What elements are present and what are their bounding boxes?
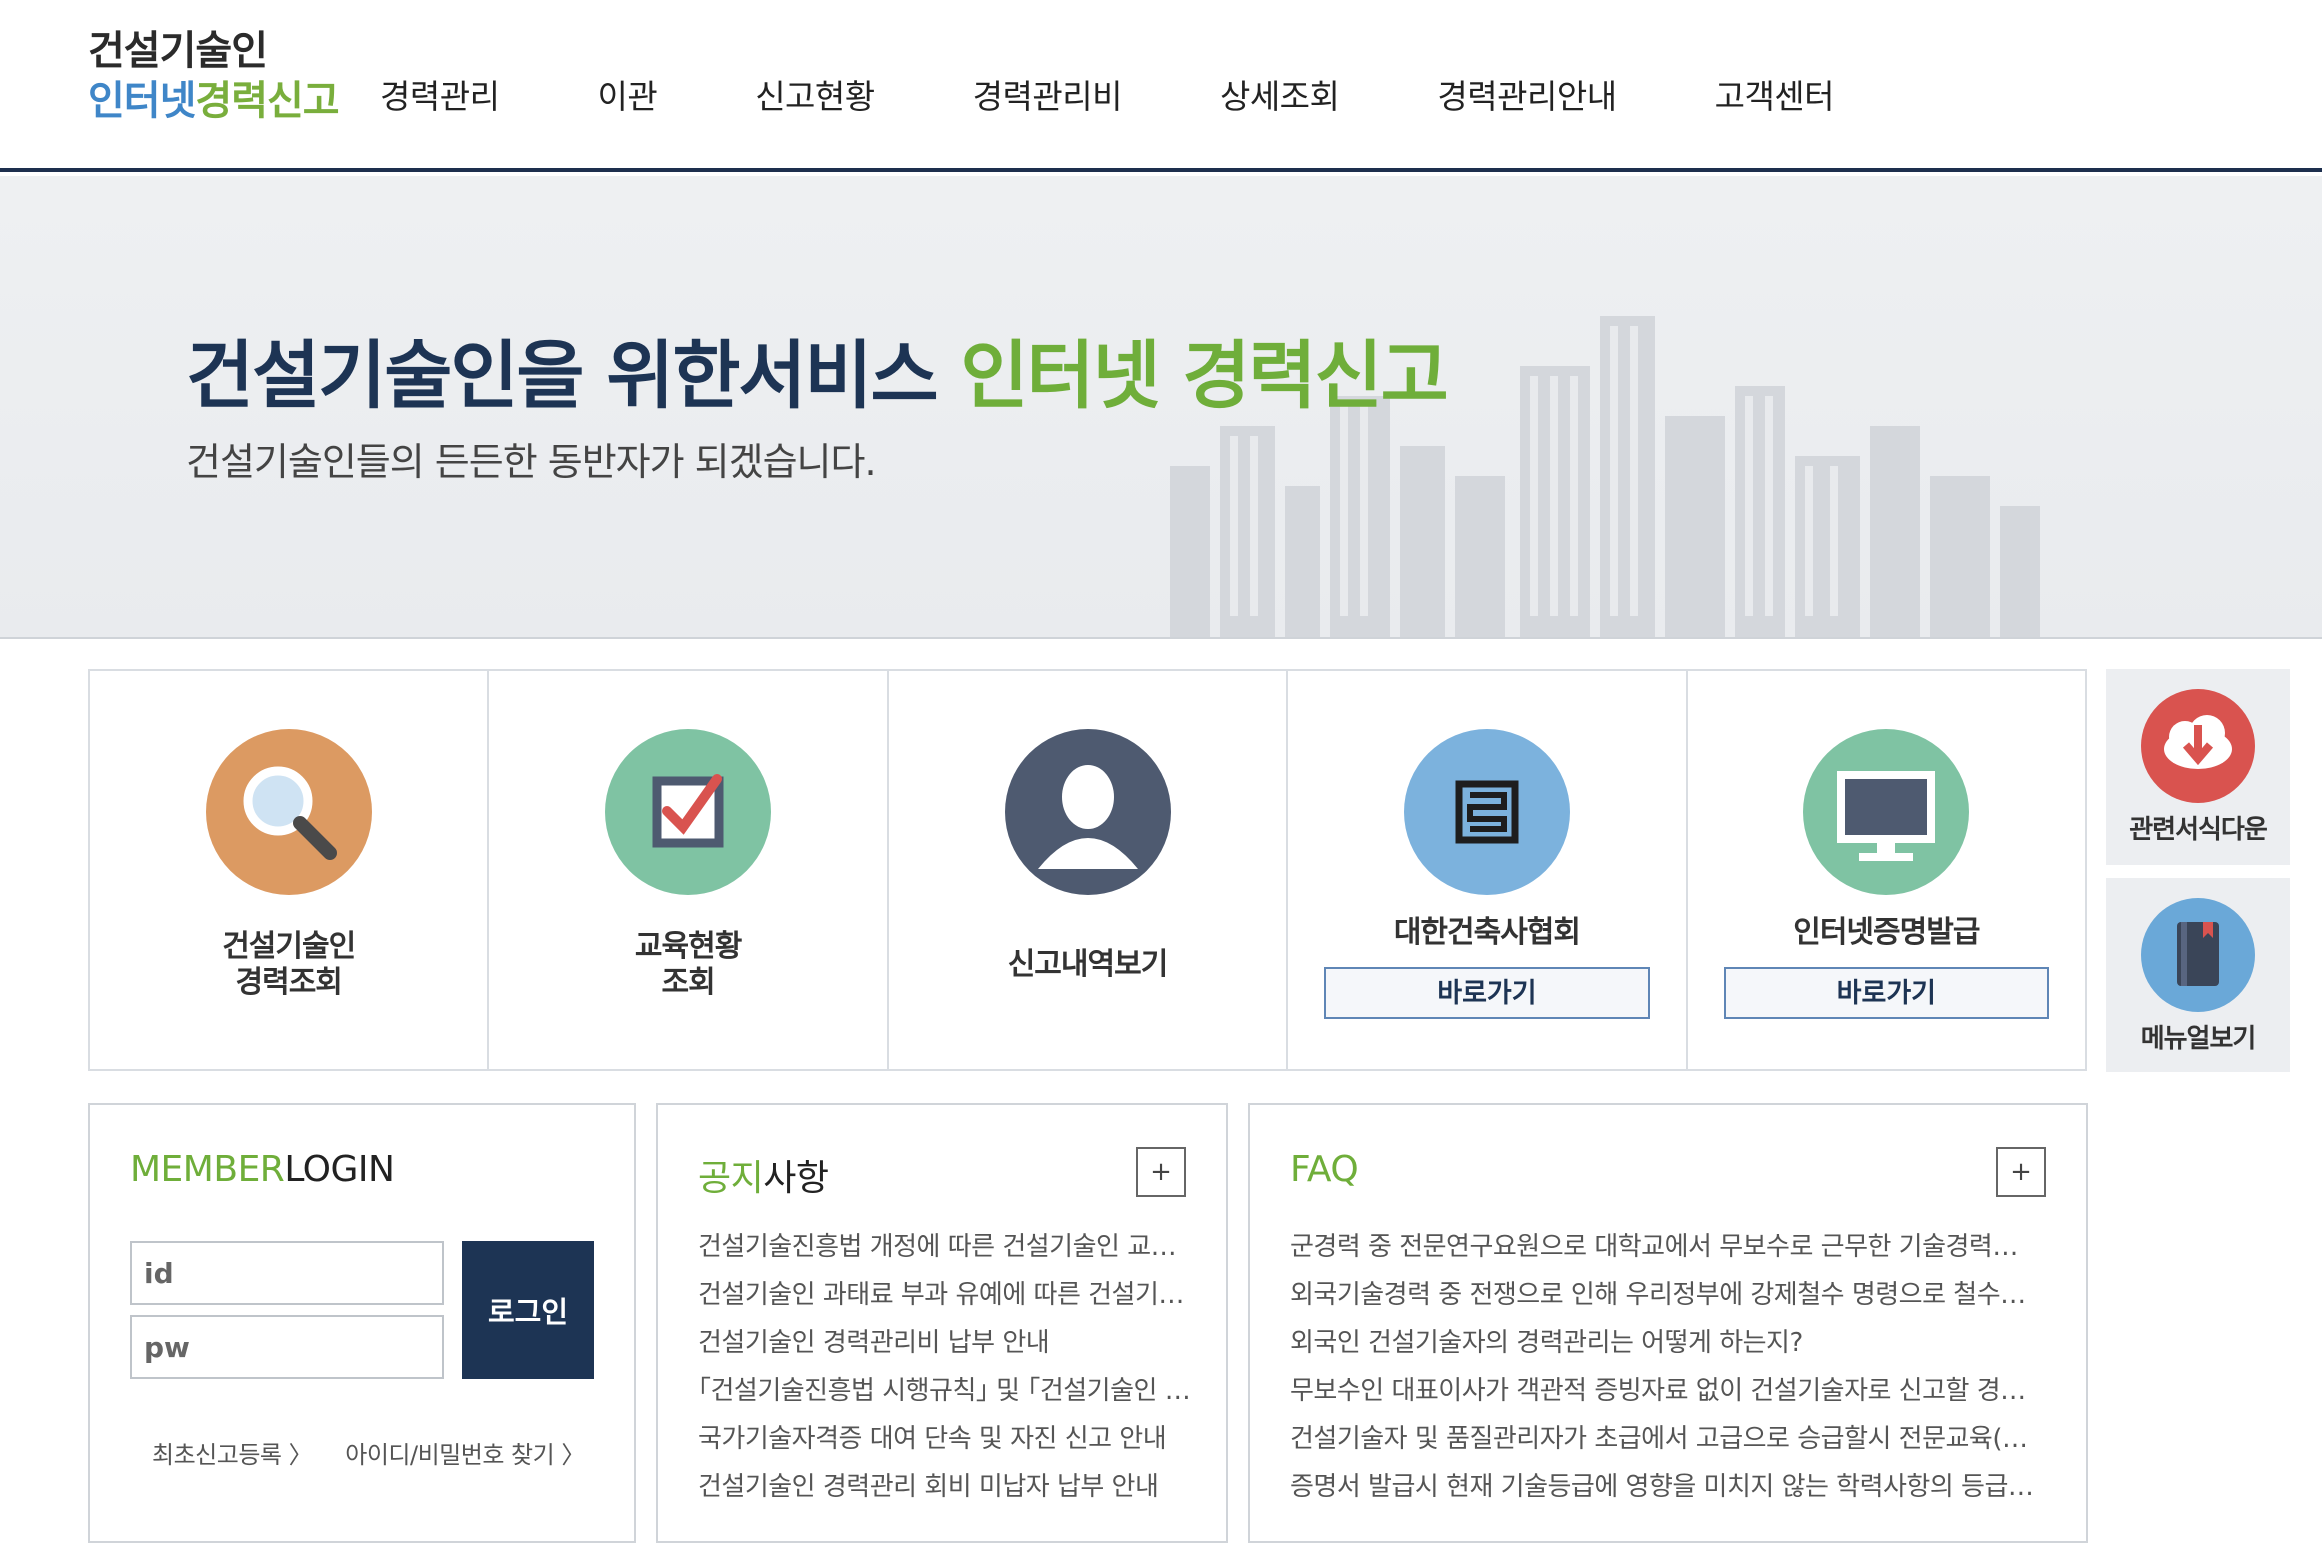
nav-item-career-fee[interactable]: 경력관리비 bbox=[973, 70, 1123, 118]
quick-label: 신고내역보기 bbox=[1007, 947, 1169, 982]
hero-title: 건설기술인을 위한서비스 인터넷 경력신고 bbox=[186, 316, 1449, 423]
manual-view-link[interactable]: 메뉴얼보기 bbox=[2106, 878, 2290, 1072]
logo-line2-green: 경력신고 bbox=[195, 78, 339, 124]
quick-label: 인터넷증명발급 bbox=[1793, 915, 1980, 950]
notice-item[interactable]: 국가기술자격증 대여 단속 및 자진 신고 안내 bbox=[698, 1415, 1198, 1463]
quick-item-education-status[interactable]: 교육현황 조회 bbox=[489, 671, 889, 1069]
architect-logo-icon bbox=[1403, 729, 1570, 895]
notice-item[interactable]: 건설기술인 경력관리 회비 미납자 납부 안내 bbox=[698, 1463, 1198, 1511]
notice-item[interactable]: ｢건설기술진흥법 시행규칙｣ 및 ｢건설기술인 … bbox=[698, 1367, 1198, 1415]
login-button[interactable]: 로그인 bbox=[462, 1241, 594, 1379]
nav-item-report-status[interactable]: 신고현황 bbox=[755, 70, 875, 118]
id-input[interactable] bbox=[130, 1241, 444, 1305]
notice-more-button[interactable]: + bbox=[1136, 1147, 1186, 1197]
hero-banner: 건설기술인을 위한서비스 인터넷 경력신고 건설기술인들의 든든한 동반자가 되… bbox=[0, 176, 2322, 639]
logo-line2: 인터넷경력신고 bbox=[88, 76, 340, 126]
faq-title: FAQ bbox=[1290, 1149, 1359, 1190]
main-nav: 경력관리 이관 신고현황 경력관리비 상세조회 경력관리안내 고객센터 bbox=[380, 70, 1932, 118]
manual-book-icon bbox=[2141, 898, 2255, 1012]
login-title: MEMBERLOGIN bbox=[130, 1149, 395, 1190]
faq-list: 군경력 중 전문연구요원으로 대학교에서 무보수로 근무한 기술경력… 외국기술… bbox=[1290, 1223, 2060, 1511]
go-architects-button[interactable]: 바로가기 bbox=[1324, 967, 1650, 1019]
faq-title-text: FAQ bbox=[1290, 1149, 1359, 1190]
notice-title-green: 공지 bbox=[698, 1158, 764, 1199]
nav-item-detail-lookup[interactable]: 상세조회 bbox=[1220, 70, 1340, 118]
forms-download-link[interactable]: 관련서식다운 bbox=[2106, 669, 2290, 865]
hero-title-dark: 건설기술인을 위한서비스 bbox=[186, 333, 961, 419]
logo-line2-blue: 인터넷 bbox=[88, 78, 196, 124]
logo-line1: 건설기술인 bbox=[88, 28, 268, 74]
nav-item-career[interactable]: 경력관리 bbox=[380, 70, 500, 118]
hero-subtitle: 건설기술인들의 든든한 동반자가 되겠습니다. bbox=[186, 440, 877, 484]
faq-box: FAQ + 군경력 중 전문연구요원으로 대학교에서 무보수로 근무한 기술경력… bbox=[1248, 1103, 2088, 1543]
nav-item-customer-center[interactable]: 고객센터 bbox=[1715, 70, 1835, 118]
notice-title-dark: 사항 bbox=[763, 1158, 829, 1199]
quick-menu: 건설기술인 경력조회 교육현황 조회 신고내역보기 대한건축사협회 바로가기 인… bbox=[88, 669, 2087, 1071]
quick-label-line1: 건설기술인 bbox=[222, 929, 356, 964]
quick-item-report-history[interactable]: 신고내역보기 bbox=[889, 671, 1289, 1069]
login-links: 최초신고등록 〉 아이디/비밀번호 찾기 〉 bbox=[152, 1435, 611, 1470]
quick-item-architects-association: 대한건축사협회 바로가기 bbox=[1288, 671, 1688, 1069]
faq-item[interactable]: 건설기술자 및 품질관리자가 초급에서 고급으로 승급할시 전문교육(… bbox=[1290, 1415, 2060, 1463]
faq-item[interactable]: 군경력 중 전문연구요원으로 대학교에서 무보수로 근무한 기술경력… bbox=[1290, 1223, 2060, 1271]
download-icon bbox=[2141, 689, 2255, 803]
notice-box: 공지사항 + 건설기술진흥법 개정에 따른 건설기술인 교… 건설기술인 과태료… bbox=[656, 1103, 1228, 1543]
login-title-green: MEMBER bbox=[130, 1149, 285, 1190]
site-logo[interactable]: 건설기술인 인터넷경력신고 bbox=[88, 26, 340, 126]
quick-item-internet-certificate: 인터넷증명발급 바로가기 bbox=[1688, 671, 2085, 1069]
site-header: 건설기술인 인터넷경력신고 경력관리 이관 신고현황 경력관리비 상세조회 경력… bbox=[0, 0, 2322, 172]
notice-item[interactable]: 건설기술인 경력관리비 납부 안내 bbox=[698, 1319, 1198, 1367]
notice-title: 공지사항 bbox=[698, 1149, 829, 1201]
quick-label-line2: 경력조회 bbox=[235, 965, 343, 1000]
user-icon bbox=[1004, 729, 1171, 895]
quick-label: 대한건축사협회 bbox=[1393, 915, 1581, 950]
quick-label-line2: 조회 bbox=[661, 965, 716, 1000]
faq-more-button[interactable]: + bbox=[1996, 1147, 2046, 1197]
login-title-dark: LOGIN bbox=[284, 1149, 395, 1190]
find-account-link[interactable]: 아이디/비밀번호 찾기 〉 bbox=[345, 1441, 585, 1469]
faq-item[interactable]: 증명서 발급시 현재 기술등급에 영향을 미치지 않는 학력사항의 등급… bbox=[1290, 1463, 2060, 1511]
monitor-icon bbox=[1803, 729, 1970, 895]
checkbox-icon bbox=[605, 729, 772, 895]
faq-item[interactable]: 외국기술경력 중 전쟁으로 인해 우리정부에 강제철수 명령으로 철수… bbox=[1290, 1271, 2060, 1319]
notice-item[interactable]: 건설기술인 과태료 부과 유예에 따른 건설기… bbox=[698, 1271, 1198, 1319]
hero-title-green: 인터넷 경력신고 bbox=[960, 333, 1448, 419]
faq-item[interactable]: 무보수인 대표이사가 객관적 증빙자료 없이 건설기술자로 신고할 경… bbox=[1290, 1367, 2060, 1415]
side-label: 메뉴얼보기 bbox=[2140, 1024, 2257, 1054]
nav-item-career-guide[interactable]: 경력관리안내 bbox=[1437, 70, 1617, 118]
quick-item-career-lookup[interactable]: 건설기술인 경력조회 bbox=[90, 671, 490, 1069]
faq-item[interactable]: 외국인 건설기술자의 경력관리는 어떻게 하는지? bbox=[1290, 1319, 2060, 1367]
notice-item[interactable]: 건설기술진흥법 개정에 따른 건설기술인 교… bbox=[698, 1223, 1198, 1271]
side-label: 관련서식다운 bbox=[2129, 815, 2268, 845]
password-input[interactable] bbox=[130, 1315, 444, 1379]
register-link[interactable]: 최초신고등록 〉 bbox=[152, 1441, 313, 1469]
go-certificate-button[interactable]: 바로가기 bbox=[1723, 967, 2050, 1019]
member-login-box: MEMBERLOGIN 로그인 최초신고등록 〉 아이디/비밀번호 찾기 〉 bbox=[88, 1103, 636, 1543]
search-icon bbox=[205, 729, 372, 895]
quick-label-line1: 교육현황 bbox=[634, 929, 742, 964]
notice-list: 건설기술진흥법 개정에 따른 건설기술인 교… 건설기술인 과태료 부과 유예에… bbox=[698, 1223, 1198, 1511]
nav-item-transfer[interactable]: 이관 bbox=[597, 70, 657, 118]
